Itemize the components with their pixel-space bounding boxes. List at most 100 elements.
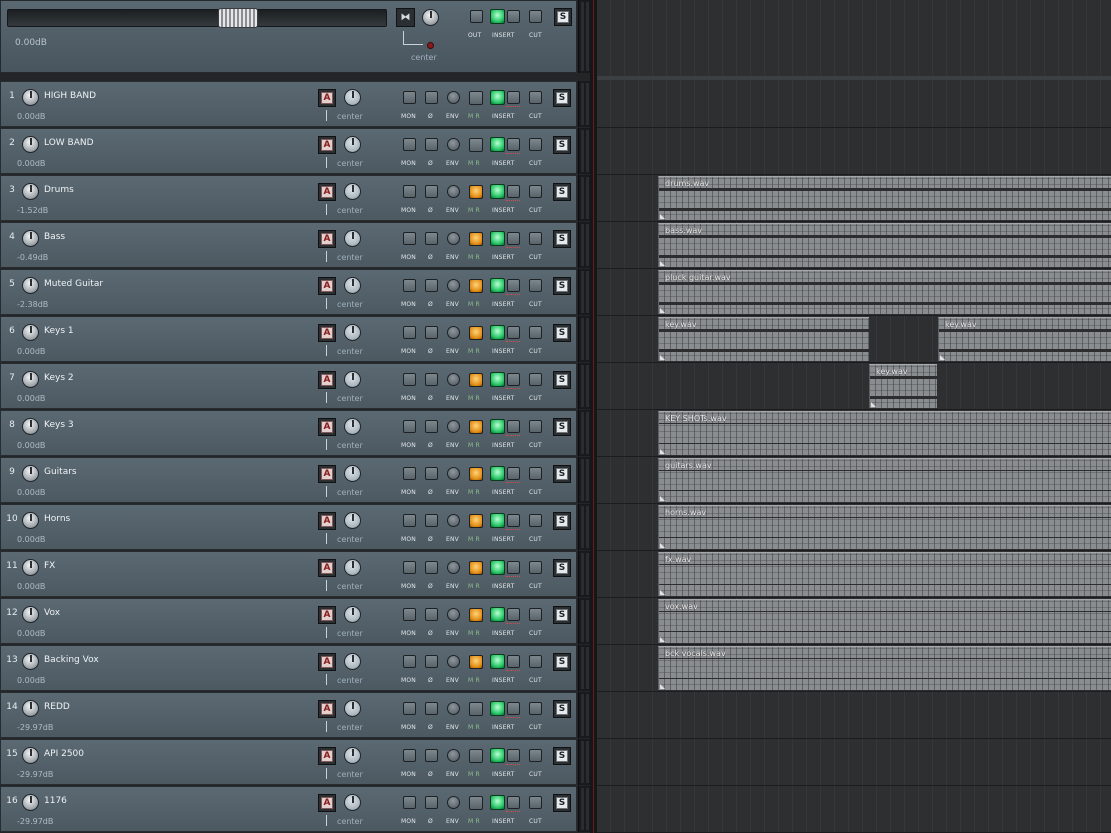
envelope-button[interactable] <box>447 702 460 715</box>
track-name[interactable]: Muted Guitar <box>44 279 103 289</box>
fade-handle-icon[interactable] <box>660 308 665 313</box>
track-volume-knob[interactable] <box>22 653 39 670</box>
track-name[interactable]: Keys 1 <box>44 326 74 336</box>
master-fx-bypass-button[interactable] <box>507 10 520 23</box>
fx-bypass-button[interactable] <box>507 702 520 715</box>
automation-mode-button[interactable] <box>469 232 483 246</box>
solo-button[interactable]: S <box>553 277 571 295</box>
fx-bypass-button[interactable] <box>507 326 520 339</box>
solo-button[interactable]: S <box>553 559 571 577</box>
monitor-button[interactable] <box>403 279 416 292</box>
automation-mode-button[interactable] <box>469 796 483 810</box>
master-volume-fader[interactable] <box>7 8 387 28</box>
media-item[interactable]: KEY SHOTs.wav <box>658 411 1111 455</box>
track-name[interactable]: Guitars <box>44 467 77 477</box>
track-volume-knob[interactable] <box>22 136 39 153</box>
mono-stereo-toggle-icon[interactable]: ⧓ <box>396 8 415 27</box>
phase-invert-button[interactable] <box>425 608 438 621</box>
media-item[interactable]: key.wav <box>869 364 937 408</box>
record-arm-button[interactable]: A <box>318 606 336 624</box>
track-pan-knob[interactable] <box>344 559 361 576</box>
track-volume-knob[interactable] <box>22 747 39 764</box>
monitor-button[interactable] <box>403 561 416 574</box>
monitor-button[interactable] <box>403 796 416 809</box>
track-name[interactable]: HIGH BAND <box>44 91 96 101</box>
phase-invert-button[interactable] <box>425 279 438 292</box>
phase-invert-button[interactable] <box>425 749 438 762</box>
record-arm-button[interactable]: A <box>318 89 336 107</box>
envelope-button[interactable] <box>447 514 460 527</box>
solo-button[interactable]: S <box>553 89 571 107</box>
track-pan-knob[interactable] <box>344 794 361 811</box>
track-volume-knob[interactable] <box>22 559 39 576</box>
solo-button[interactable]: S <box>553 606 571 624</box>
automation-mode-button[interactable] <box>469 467 483 481</box>
phase-invert-button[interactable] <box>425 232 438 245</box>
track-volume-knob[interactable] <box>22 512 39 529</box>
track-volume-knob[interactable] <box>22 230 39 247</box>
envelope-button[interactable] <box>447 185 460 198</box>
cut-button[interactable] <box>529 279 542 292</box>
fx-insert-button[interactable] <box>490 560 505 575</box>
track-pan-knob[interactable] <box>344 89 361 106</box>
fx-bypass-button[interactable] <box>507 232 520 245</box>
cut-button[interactable] <box>529 138 542 151</box>
record-arm-button[interactable]: A <box>318 136 336 154</box>
fade-handle-icon[interactable] <box>660 496 665 501</box>
record-arm-button[interactable]: A <box>318 230 336 248</box>
track-pan-knob[interactable] <box>344 512 361 529</box>
track-row[interactable]: 13 Backing Vox 0.00dB A center S MON Ø E… <box>0 645 577 691</box>
automation-mode-button[interactable] <box>469 608 483 622</box>
cut-button[interactable] <box>529 655 542 668</box>
phase-invert-button[interactable] <box>425 138 438 151</box>
fx-insert-button[interactable] <box>490 278 505 293</box>
track-name[interactable]: Keys 2 <box>44 373 74 383</box>
track-row[interactable]: 12 Vox 0.00dB A center S MON Ø ENV M R I… <box>0 598 577 644</box>
cut-button[interactable] <box>529 185 542 198</box>
solo-button[interactable]: S <box>553 230 571 248</box>
fx-bypass-button[interactable] <box>507 185 520 198</box>
track-pan-knob[interactable] <box>344 653 361 670</box>
media-item[interactable]: guitars.wav <box>658 458 1111 502</box>
solo-button[interactable]: S <box>553 136 571 154</box>
fade-handle-icon[interactable] <box>660 590 665 595</box>
phase-invert-button[interactable] <box>425 326 438 339</box>
track-pan-knob[interactable] <box>344 747 361 764</box>
fx-bypass-button[interactable] <box>507 608 520 621</box>
record-arm-button[interactable]: A <box>318 653 336 671</box>
automation-mode-button[interactable] <box>469 279 483 293</box>
media-item[interactable]: bck vocals.wav <box>658 646 1111 690</box>
media-item[interactable]: horns.wav <box>658 505 1111 549</box>
monitor-button[interactable] <box>403 655 416 668</box>
track-pan-knob[interactable] <box>344 606 361 623</box>
fx-insert-button[interactable] <box>490 372 505 387</box>
record-arm-button[interactable]: A <box>318 277 336 295</box>
fade-handle-icon[interactable] <box>660 261 665 266</box>
track-volume-knob[interactable] <box>22 465 39 482</box>
fx-insert-button[interactable] <box>490 325 505 340</box>
fade-handle-icon[interactable] <box>660 449 665 454</box>
monitor-button[interactable] <box>403 420 416 433</box>
fx-insert-button[interactable] <box>490 607 505 622</box>
envelope-button[interactable] <box>447 608 460 621</box>
track-row[interactable]: 11 FX 0.00dB A center S MON Ø ENV M R IN… <box>0 551 577 597</box>
fx-insert-button[interactable] <box>490 513 505 528</box>
track-row[interactable]: 1 HIGH BAND 0.00dB A center S MON Ø ENV … <box>0 81 577 127</box>
track-pan-knob[interactable] <box>344 371 361 388</box>
cut-button[interactable] <box>529 749 542 762</box>
automation-mode-button[interactable] <box>469 373 483 387</box>
track-name[interactable]: Keys 3 <box>44 420 74 430</box>
track-volume-knob[interactable] <box>22 371 39 388</box>
phase-invert-button[interactable] <box>425 185 438 198</box>
automation-mode-button[interactable] <box>469 138 483 152</box>
fade-handle-icon[interactable] <box>871 402 876 407</box>
arrange-view[interactable]: drums.wav bass.wav pluck guitar.wav key.… <box>597 0 1111 833</box>
track-volume-knob[interactable] <box>22 277 39 294</box>
track-volume-knob[interactable] <box>22 324 39 341</box>
phase-invert-button[interactable] <box>425 796 438 809</box>
fx-bypass-button[interactable] <box>507 420 520 433</box>
media-item[interactable]: drums.wav <box>658 176 1111 220</box>
phase-invert-button[interactable] <box>425 420 438 433</box>
phase-invert-button[interactable] <box>425 91 438 104</box>
track-pan-knob[interactable] <box>344 183 361 200</box>
